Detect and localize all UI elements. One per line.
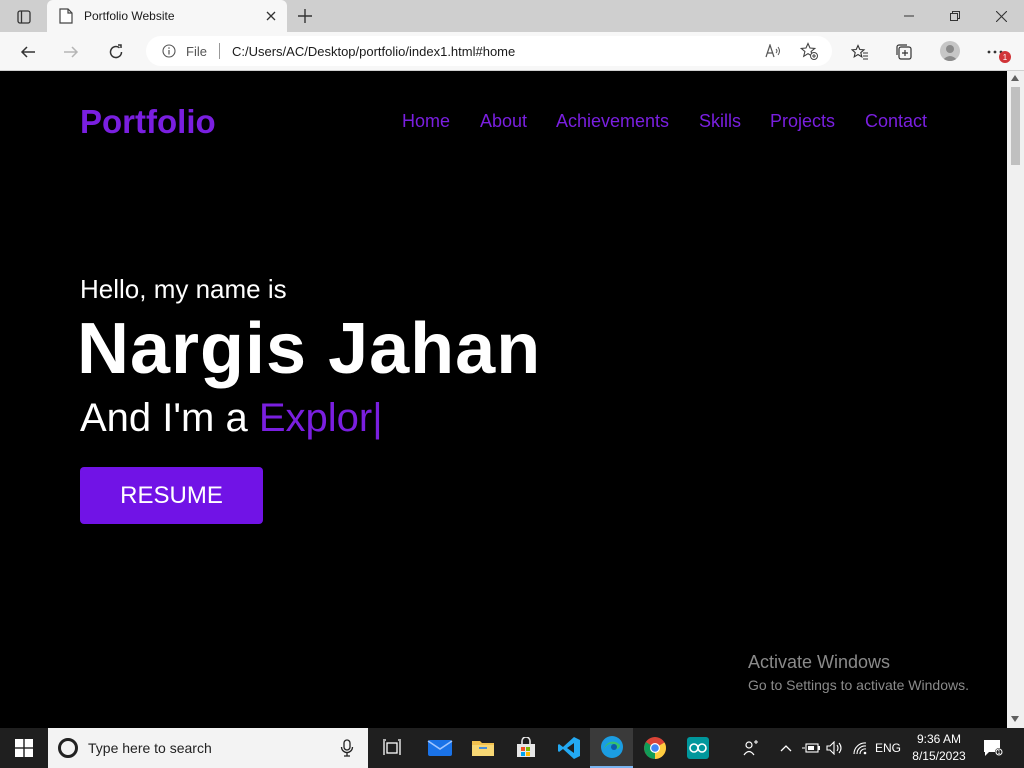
nav-link-skills[interactable]: Skills [699,111,741,132]
search-placeholder: Type here to search [88,740,212,756]
edge-browser-icon[interactable] [590,728,633,768]
browser-tab-active[interactable]: Portfolio Website [47,0,287,32]
address-divider [219,43,220,59]
microphone-icon[interactable] [340,739,354,757]
page-viewport: Portfolio Home About Achievements Skills… [0,71,1007,728]
nav-link-achievements[interactable]: Achievements [556,111,669,132]
mail-app-icon[interactable] [418,728,461,768]
file-explorer-icon[interactable] [461,728,504,768]
role-typed-word: Explor [258,396,373,440]
svg-text:1: 1 [997,750,1000,756]
hero-role-line: And I'm a Explor| [80,396,383,441]
address-scheme-label: File [186,44,207,59]
language-indicator[interactable]: ENG [873,738,903,758]
people-icon[interactable] [740,738,762,758]
windows-taskbar: Type here to search ENG 9:36 AM 8/15/202… [0,728,1024,768]
nav-link-projects[interactable]: Projects [770,111,835,132]
site-info-icon[interactable] [162,44,176,58]
action-center-icon[interactable]: 1 [981,738,1005,758]
favorites-icon[interactable] [848,40,872,64]
clock-time: 9:36 AM [916,732,962,746]
resume-button[interactable]: RESUME [80,467,263,524]
url-text[interactable]: C:/Users/AC/Desktop/portfolio/index1.htm… [232,44,515,59]
collections-icon[interactable] [892,40,916,64]
restore-icon[interactable] [943,6,967,26]
task-view-icon[interactable] [370,728,413,768]
notification-badge: 1 [999,51,1011,63]
clock-date: 8/15/2023 [912,749,966,763]
refresh-icon[interactable] [104,40,128,64]
nav-link-home[interactable]: Home [402,111,450,132]
role-prefix: And I'm a [80,396,259,440]
cortana-circle-icon [58,738,78,758]
arduino-app-icon[interactable] [676,728,719,768]
nav-link-contact[interactable]: Contact [865,111,927,132]
tab-title: Portfolio Website [84,9,175,23]
forward-arrow-icon[interactable] [59,40,83,64]
taskbar-clock[interactable]: 9:36 AM 8/15/2023 [906,731,972,765]
hero-name: Nargis Jahan [77,309,542,389]
browser-titlebar: Portfolio Website [0,0,1024,32]
tab-actions-icon[interactable] [10,6,38,28]
page-scrollbar[interactable] [1007,71,1024,728]
volume-icon[interactable] [825,738,845,758]
nav-link-about[interactable]: About [480,111,527,132]
vscode-app-icon[interactable] [547,728,590,768]
battery-icon[interactable] [801,738,821,758]
activate-windows-watermark: Activate Windows Go to Settings to activ… [748,652,969,693]
page-document-icon [59,8,73,24]
scroll-up-arrow-icon[interactable] [1011,75,1019,81]
close-window-icon[interactable] [989,6,1013,26]
typing-cursor: | [372,396,383,440]
watermark-subtitle: Go to Settings to activate Windows. [748,677,969,693]
scroll-thumb[interactable] [1011,87,1020,165]
show-hidden-icons-chevron-icon[interactable] [779,738,793,758]
back-arrow-icon[interactable] [16,40,40,64]
profile-avatar[interactable] [940,41,960,61]
scroll-down-arrow-icon[interactable] [1011,716,1019,722]
store-app-icon[interactable] [504,728,547,768]
add-favorite-icon[interactable] [800,42,818,60]
browser-toolbar: File C:/Users/AC/Desktop/portfolio/index… [0,32,1024,71]
taskbar-search-box[interactable]: Type here to search [48,728,368,768]
minimize-icon[interactable] [897,6,921,26]
chrome-app-icon[interactable] [633,728,676,768]
windows-start-icon[interactable] [0,728,48,768]
watermark-title: Activate Windows [748,652,891,672]
read-aloud-icon[interactable] [764,42,782,60]
network-icon[interactable] [850,738,870,758]
hero-greeting: Hello, my name is [80,274,287,304]
close-tab-icon[interactable] [263,8,279,24]
address-bar[interactable]: File C:/Users/AC/Desktop/portfolio/index… [146,36,832,66]
site-logo[interactable]: Portfolio [80,103,216,141]
new-tab-icon[interactable] [295,6,315,26]
